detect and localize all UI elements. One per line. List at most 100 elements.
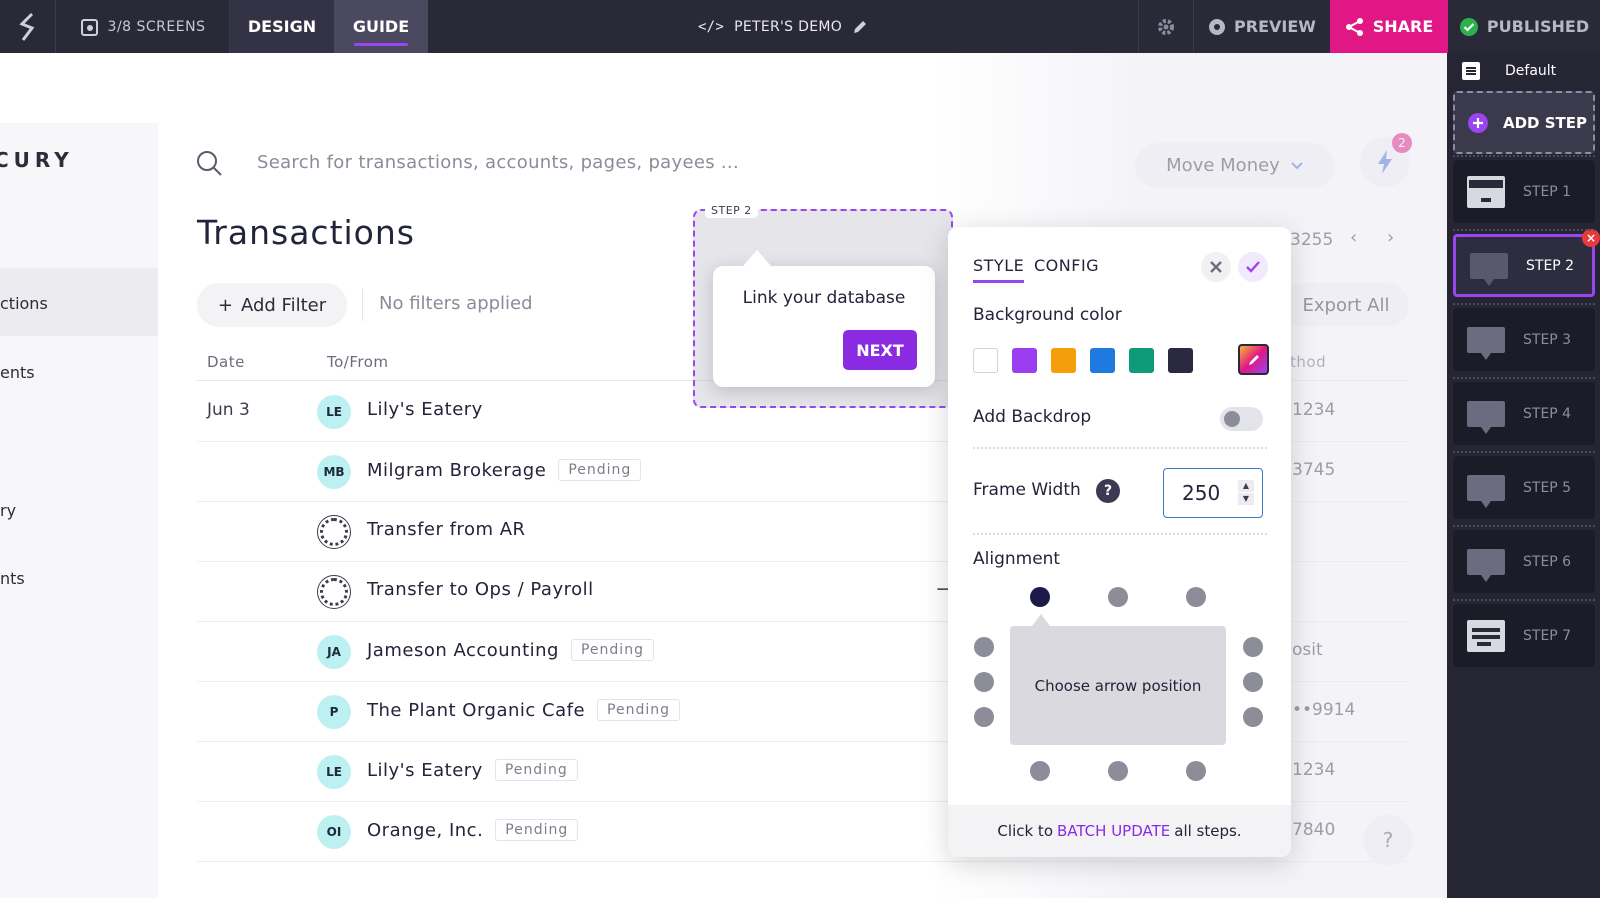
step-thumbnail-icon [1467, 474, 1505, 508]
step-card[interactable]: STEP 7 [1453, 604, 1595, 667]
export-all-button[interactable]: Export All [1283, 283, 1409, 327]
step-thumbnail-icon [1467, 400, 1505, 434]
frame-width-label: Frame Width [973, 480, 1081, 500]
align-top-right-dot[interactable] [1186, 587, 1206, 607]
color-swatch[interactable] [1129, 348, 1154, 373]
sidebar-item-transactions[interactable]: ctions [0, 294, 48, 313]
align-left-bottom-dot[interactable] [974, 707, 994, 727]
page-title: Transactions [197, 213, 415, 252]
tab-guide[interactable]: GUIDE [334, 0, 428, 53]
step-highlight-frame[interactable]: STEP 2 Link your database NEXT [693, 203, 953, 408]
quick-actions-button[interactable]: 2 [1360, 133, 1412, 187]
theme-selector[interactable]: Default [1447, 53, 1600, 89]
custom-color-button[interactable] [1238, 344, 1269, 375]
share-icon [1345, 17, 1363, 36]
add-step-button[interactable]: ADD STEP [1453, 91, 1595, 154]
align-left-middle-dot[interactable] [974, 672, 994, 692]
color-swatch[interactable] [973, 348, 998, 373]
step-divider [1453, 229, 1595, 231]
search-icon[interactable] [196, 150, 222, 176]
guide-tooltip: Link your database NEXT [713, 250, 935, 387]
step-card[interactable]: STEP 5 [1453, 456, 1595, 519]
row-name: Orange, Inc. Pending [367, 819, 579, 841]
sidebar-item-accounts[interactable]: nts [0, 569, 25, 588]
sidebar-item-payments[interactable]: ents [0, 363, 35, 382]
status-badge: Pending [494, 759, 578, 781]
published-button[interactable]: PUBLISHED [1448, 0, 1600, 53]
step-card[interactable]: STEP 6 [1453, 530, 1595, 593]
preview-button[interactable]: PREVIEW [1194, 0, 1330, 53]
move-money-button[interactable]: Move Money [1135, 143, 1335, 188]
stepper-up-icon[interactable]: ▲ [1238, 480, 1254, 492]
chevron-left-icon[interactable]: ‹ [1350, 227, 1357, 248]
tab-design[interactable]: DESIGN [230, 0, 334, 53]
align-left-top-dot[interactable] [974, 637, 994, 657]
row-method: 3745 [1292, 460, 1336, 480]
step-divider [1453, 599, 1595, 601]
cancel-button[interactable] [1201, 252, 1231, 282]
color-swatch[interactable] [1090, 348, 1115, 373]
check-circle-icon [1459, 17, 1478, 36]
col-header-tofrom[interactable]: To/From [327, 353, 389, 371]
payee-name: Orange, Inc. [367, 819, 484, 841]
stepper-down-icon[interactable]: ▼ [1238, 493, 1254, 505]
pencil-icon[interactable] [852, 19, 868, 35]
settings-button[interactable] [1138, 0, 1194, 53]
color-swatch[interactable] [1168, 348, 1193, 373]
eye-icon [1209, 18, 1226, 35]
step-label: STEP 1 [1523, 183, 1572, 200]
step-divider [1453, 303, 1595, 305]
backdrop-toggle[interactable] [1220, 407, 1263, 431]
align-bottom-left-dot[interactable] [1030, 761, 1050, 781]
row-method: 1234 [1292, 760, 1336, 780]
align-top-left-dot[interactable] [1030, 587, 1050, 607]
alignment-preview-text: Choose arrow position [1034, 676, 1202, 695]
search-input[interactable]: Search for transactions, accounts, pages… [257, 152, 739, 173]
demo-title-area[interactable]: </> PETER'S DEMO [428, 0, 1138, 53]
col-header-method[interactable]: thod [1290, 353, 1326, 371]
help-icon[interactable]: ? [1096, 479, 1120, 503]
tab-style[interactable]: STYLE [973, 256, 1025, 283]
align-right-middle-dot[interactable] [1243, 672, 1263, 692]
delete-step-icon[interactable]: × [1582, 229, 1600, 247]
step-card[interactable]: STEP 4 [1453, 382, 1595, 445]
col-header-date[interactable]: Date [207, 353, 245, 371]
step-divider [1453, 451, 1595, 453]
avatar: MB [317, 455, 351, 489]
notification-badge: 2 [1392, 133, 1412, 153]
color-swatch[interactable] [1012, 348, 1037, 373]
step-card[interactable]: STEP 3 [1453, 308, 1595, 371]
share-label: SHARE [1372, 17, 1434, 36]
add-filter-button[interactable]: + Add Filter [197, 283, 347, 327]
align-bottom-center-dot[interactable] [1108, 761, 1128, 781]
number-stepper[interactable]: ▲ ▼ [1238, 480, 1254, 505]
align-right-top-dot[interactable] [1243, 637, 1263, 657]
step-card[interactable]: STEP 2 × [1453, 229, 1600, 297]
step-card[interactable]: STEP 1 [1453, 160, 1595, 223]
row-method: osit [1292, 640, 1323, 660]
row-name: Jameson Accounting Pending [367, 639, 654, 661]
batch-update-link[interactable]: BATCH UPDATE [1057, 822, 1170, 840]
align-right-bottom-dot[interactable] [1243, 707, 1263, 727]
step-thumbnail-icon [1467, 175, 1505, 208]
align-bottom-right-dot[interactable] [1186, 761, 1206, 781]
app-logo[interactable] [0, 0, 56, 53]
align-top-center-dot[interactable] [1108, 587, 1128, 607]
no-filters-text: No filters applied [379, 293, 533, 314]
avatar: P [317, 695, 351, 729]
chevron-right-icon[interactable]: › [1387, 227, 1394, 248]
sidebar-item-treasury[interactable]: ry [0, 501, 16, 520]
step-label: STEP 5 [1523, 479, 1572, 496]
tooltip-next-button[interactable]: NEXT [843, 330, 917, 370]
close-icon [1210, 261, 1222, 273]
share-button[interactable]: SHARE [1330, 0, 1448, 53]
tab-config[interactable]: CONFIG [1034, 256, 1099, 275]
confirm-button[interactable] [1238, 252, 1268, 282]
avatar: LE [317, 755, 351, 789]
help-button[interactable]: ? [1363, 815, 1413, 865]
screens-label: 3/8 SCREENS [107, 18, 206, 35]
frame-width-input[interactable]: 250 ▲ ▼ [1163, 468, 1263, 518]
row-name: Transfer from AR [367, 519, 526, 540]
screens-button[interactable]: 3/8 SCREENS [56, 0, 230, 53]
color-swatch[interactable] [1051, 348, 1076, 373]
